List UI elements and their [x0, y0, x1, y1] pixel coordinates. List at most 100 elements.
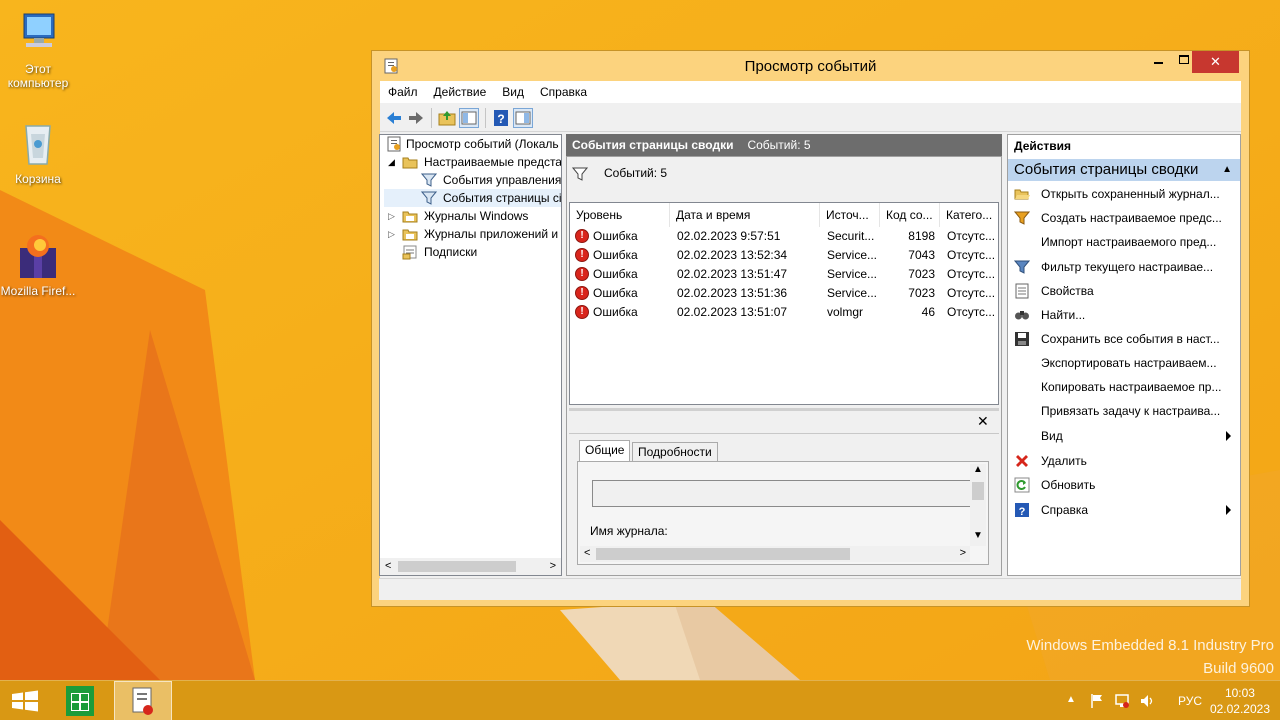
collapse-icon[interactable]: ▲: [1222, 159, 1232, 181]
action-open-saved-log[interactable]: Открыть сохраненный журнал...: [1014, 183, 1239, 205]
details-pane: ✕ Общие Подробности Имя журнала: ▲ ▼ < >: [569, 411, 999, 573]
tree-item-label: Журналы Windows: [424, 209, 529, 223]
action-find[interactable]: Найти...: [1014, 304, 1239, 326]
tab-details[interactable]: Подробности: [632, 442, 718, 462]
titlebar[interactable]: Просмотр событий ✕: [372, 51, 1249, 81]
menubar: Файл Действие Вид Справка: [380, 81, 1241, 103]
tree-item-summary-page-events[interactable]: События страницы сі: [384, 189, 562, 207]
menu-view[interactable]: Вид: [494, 81, 532, 99]
desktop-icon-label: Этот компьютер: [7, 62, 69, 90]
recycle-bin-icon: [14, 120, 62, 168]
scroll-down-icon[interactable]: ▼: [973, 530, 983, 541]
store-taskbar-button[interactable]: [57, 681, 103, 720]
action-save-all-events[interactable]: Сохранить все события в наст...: [1014, 328, 1239, 350]
start-button[interactable]: [0, 681, 50, 720]
log-name-label: Имя журнала:: [590, 524, 668, 538]
action-properties[interactable]: Свойства: [1014, 280, 1239, 302]
taskbar: ▲ РУС 10:03 02.02.2023: [0, 680, 1280, 720]
back-button[interactable]: [384, 108, 404, 128]
event-description-box[interactable]: [592, 480, 972, 507]
help-icon: ?: [1014, 502, 1030, 518]
close-icon[interactable]: ✕: [977, 413, 989, 430]
column-header-datetime[interactable]: Дата и время: [670, 203, 820, 227]
scrollbar-thumb[interactable]: [596, 548, 850, 560]
help-toolbar-button[interactable]: ?: [491, 108, 511, 128]
action-center-flag-icon[interactable]: [1089, 693, 1105, 709]
action-create-custom-view[interactable]: Создать настраиваемое предс...: [1014, 207, 1239, 229]
submenu-arrow-icon: [1226, 431, 1231, 441]
details-vertical-scrollbar[interactable]: ▲ ▼: [970, 464, 986, 546]
input-language-indicator[interactable]: РУС: [1178, 694, 1202, 708]
action-label: Открыть сохраненный журнал...: [1041, 187, 1220, 201]
cell-category: Отсутс...: [947, 248, 996, 262]
volume-icon[interactable]: [1139, 693, 1155, 709]
action-filter-current-view[interactable]: Фильтр текущего настраивае...: [1014, 256, 1239, 278]
show-hide-action-pane-button[interactable]: [513, 108, 533, 128]
scrollbar-thumb[interactable]: [398, 561, 516, 572]
show-hide-tree-icon: [461, 111, 477, 125]
column-header-category[interactable]: Катего...: [940, 203, 998, 227]
cell-source: volmgr: [827, 305, 864, 319]
tree-item-label: Просмотр событий (Локаль: [406, 137, 559, 151]
show-hide-action-pane-icon: [515, 111, 531, 125]
tree-horizontal-scrollbar[interactable]: < >: [380, 558, 561, 575]
scroll-left-icon[interactable]: <: [584, 547, 590, 559]
show-hidden-icons-icon[interactable]: ▲: [1066, 694, 1082, 710]
column-header-event-id[interactable]: Код со...: [880, 203, 940, 227]
expander-icon[interactable]: ▷: [388, 207, 395, 225]
menu-action[interactable]: Действие: [426, 81, 495, 99]
action-help[interactable]: ? Справка: [1014, 499, 1239, 521]
desktop-icon-recycle-bin[interactable]: Корзина: [0, 120, 76, 186]
action-import-custom-view[interactable]: Импорт настраиваемого пред...: [1014, 231, 1239, 253]
scroll-right-icon[interactable]: >: [550, 560, 556, 572]
error-icon: !: [575, 267, 589, 281]
error-icon: !: [575, 229, 589, 243]
scroll-up-icon[interactable]: ▲: [973, 464, 983, 475]
cell-category: Отсутс...: [947, 229, 996, 243]
table-row[interactable]: ! Ошибка 02.02.2023 13:52:34 Service... …: [570, 246, 998, 265]
action-delete[interactable]: Удалить: [1014, 450, 1239, 472]
desktop-icon-this-pc[interactable]: Этот компьютер: [0, 10, 76, 90]
action-copy-custom-view[interactable]: Копировать настраиваемое пр...: [1014, 376, 1239, 398]
action-label: Привязать задачу к настраива...: [1041, 404, 1221, 418]
scrollbar-thumb[interactable]: [972, 482, 984, 500]
events-table: Уровень Дата и время Источ... Код со... …: [569, 202, 999, 405]
event-viewer-taskbar-button[interactable]: [114, 681, 172, 720]
filter-icon: [571, 166, 589, 182]
action-view[interactable]: Вид: [1014, 425, 1239, 447]
column-header-source[interactable]: Источ...: [820, 203, 880, 227]
close-button[interactable]: ✕: [1192, 51, 1239, 73]
table-row[interactable]: ! Ошибка 02.02.2023 13:51:07 volmgr 46 О…: [570, 303, 998, 322]
clock[interactable]: 10:03 02.02.2023: [1210, 685, 1270, 717]
table-row[interactable]: ! Ошибка 02.02.2023 13:51:36 Service... …: [570, 284, 998, 303]
cell-source: Securit...: [827, 229, 875, 243]
create-filter-icon: [1014, 210, 1031, 226]
actions-section-header[interactable]: События страницы сводки ▲: [1008, 159, 1240, 181]
menu-help[interactable]: Справка: [532, 81, 595, 99]
forward-button[interactable]: [406, 108, 426, 128]
actions-section-title: События страницы сводки: [1014, 161, 1199, 178]
expander-icon[interactable]: ◢: [388, 153, 395, 171]
table-row[interactable]: ! Ошибка 02.02.2023 13:51:47 Service... …: [570, 265, 998, 284]
show-hide-tree-button[interactable]: [459, 108, 479, 128]
details-horizontal-scrollbar[interactable]: < >: [580, 546, 970, 562]
scroll-left-icon[interactable]: <: [385, 560, 391, 572]
tree-item-label: События управления: [443, 173, 562, 187]
table-row[interactable]: ! Ошибка 02.02.2023 9:57:51 Securit... 8…: [570, 227, 998, 246]
tree-item-label: События страницы сі: [443, 191, 562, 205]
column-header-level[interactable]: Уровень: [570, 203, 670, 227]
expander-icon[interactable]: ▷: [388, 225, 395, 243]
action-export-custom-view[interactable]: Экспортировать настраиваем...: [1014, 352, 1239, 374]
minimize-button[interactable]: [1145, 51, 1171, 73]
action-refresh[interactable]: Обновить: [1014, 474, 1239, 496]
desktop-icon-firefox[interactable]: Mozilla Firef...: [0, 232, 76, 298]
network-icon[interactable]: [1114, 693, 1130, 709]
cell-source: Service...: [827, 267, 878, 281]
up-level-button[interactable]: [437, 108, 457, 128]
tab-general[interactable]: Общие: [579, 440, 631, 462]
action-attach-task[interactable]: Привязать задачу к настраива...: [1014, 400, 1239, 422]
folder-up-icon: [438, 111, 456, 126]
filter-icon: [1014, 259, 1031, 275]
menu-file[interactable]: Файл: [380, 81, 426, 99]
scroll-right-icon[interactable]: >: [960, 547, 966, 559]
